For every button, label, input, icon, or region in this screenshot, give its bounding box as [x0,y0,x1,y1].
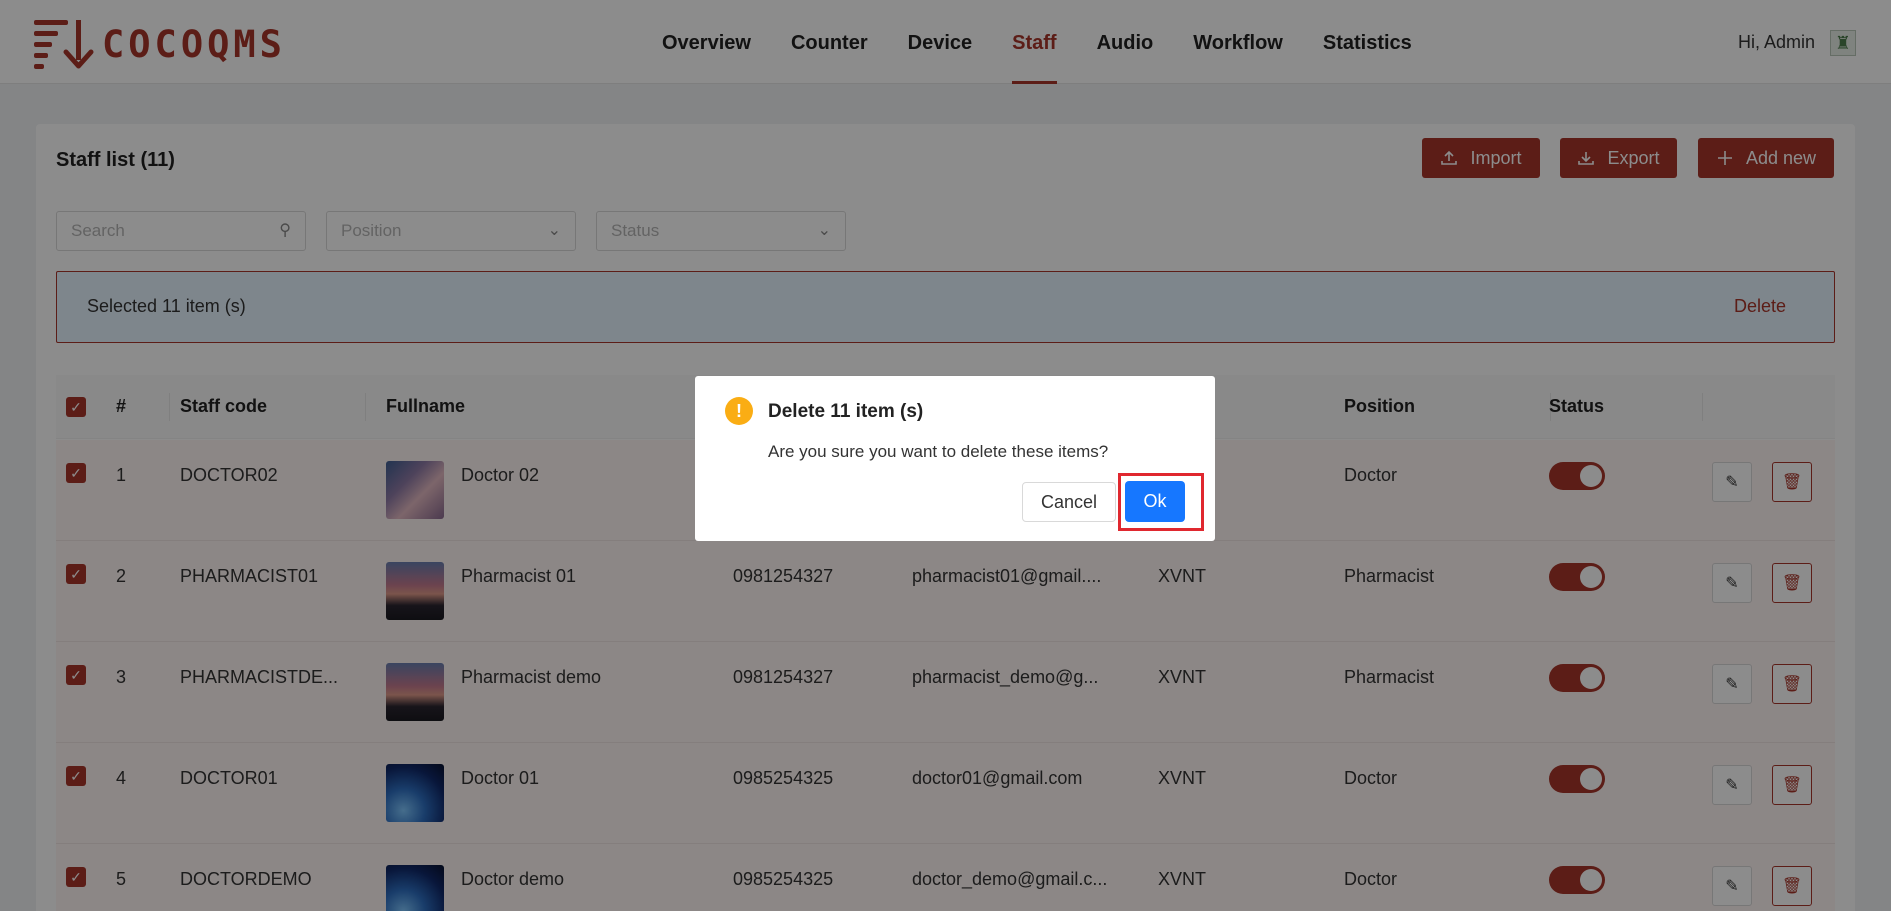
dialog-title: Delete 11 item (s) [768,401,924,422]
warning-icon: ! [725,397,753,425]
cancel-button[interactable]: Cancel [1022,482,1116,522]
ok-button[interactable]: Ok [1125,481,1185,522]
confirm-delete-dialog: ! Delete 11 item (s) Are you sure you wa… [695,376,1215,541]
dialog-message: Are you sure you want to delete these it… [768,442,1109,461]
